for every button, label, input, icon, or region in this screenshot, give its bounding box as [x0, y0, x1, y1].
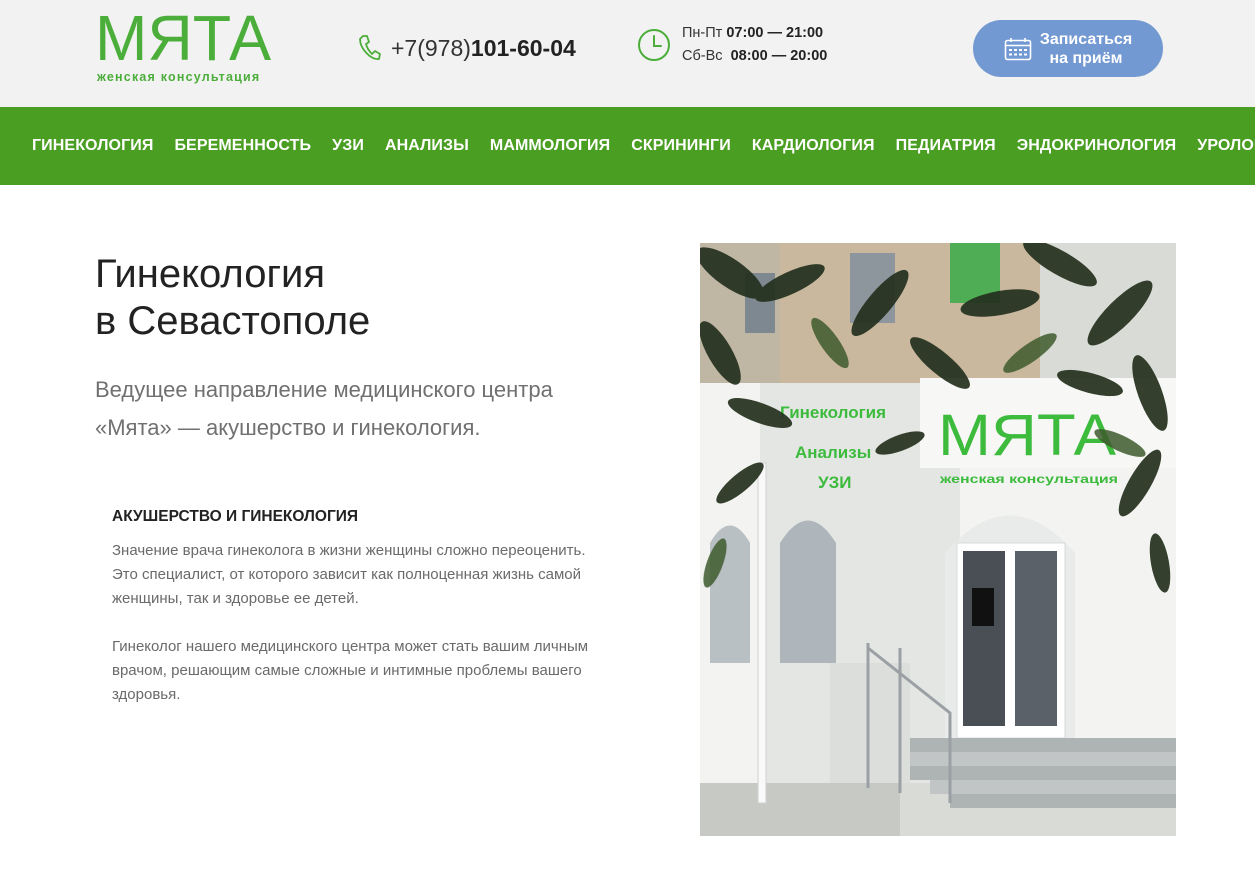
photo-sign-name: МЯТА — [938, 403, 1116, 468]
phone-prefix[interactable]: +7(978) — [391, 35, 471, 62]
section-paragraph-1: Значение врача гинеколога в жизни женщин… — [112, 542, 586, 607]
clock-icon — [638, 29, 670, 61]
phone-number[interactable]: 101-60-04 — [471, 35, 576, 62]
logo-wordmark: МЯТА — [95, 8, 271, 68]
nav-item-pediatrics[interactable]: ПЕДИАТРИЯ — [896, 137, 996, 155]
hours-weekend: Сб-Вс 08:00 — 20:00 — [682, 45, 827, 68]
svg-text:МЯТА: МЯТА — [95, 8, 271, 68]
main-nav: ГИНЕКОЛОГИЯ БЕРЕМЕННОСТЬ УЗИ АНАЛИЗЫ МАМ… — [0, 107, 1255, 185]
nav-item-tests[interactable]: АНАЛИЗЫ — [385, 137, 469, 155]
nav-item-urologist[interactable]: УРОЛОГ — [1197, 137, 1255, 155]
weekdays-label: Пн-Пт — [682, 25, 723, 41]
working-hours: Пн-Пт 07:00 — 21:00 Сб-Вс 08:00 — 20:00 — [637, 22, 827, 68]
book-appointment-label: Записаться на приём — [1039, 30, 1133, 67]
weekend-time: 08:00 — 20:00 — [730, 48, 828, 64]
photo-sign-subtitle: женская консультация — [939, 472, 1118, 486]
nav-item-cardiology[interactable]: КАРДИОЛОГИЯ — [752, 137, 875, 155]
phone-icon — [359, 35, 381, 60]
book-appointment-button[interactable]: Записаться на приём — [973, 20, 1163, 77]
logo-subtitle: женская консультация — [97, 70, 261, 84]
photo-sign-tests: Анализы — [795, 443, 871, 462]
nav-item-screenings[interactable]: СКРИНИНГИ — [631, 137, 731, 155]
clinic-photo-illustration: МЯТА женская консультация Гинекология Ан… — [700, 243, 1176, 836]
nav-item-endocrinology[interactable]: ЭНДОКРИНОЛОГИЯ — [1017, 137, 1176, 155]
page-title: Гинекология в Севастополе — [95, 252, 371, 343]
section-heading: АКУШЕРСТВО И ГИНЕКОЛОГИЯ — [112, 508, 359, 525]
nav-item-gynecology[interactable]: ГИНЕКОЛОГИЯ — [32, 137, 153, 155]
page-lead: Ведущее направление медицинского центра … — [95, 377, 553, 440]
site-header: МЯТА женская консультация +7(978) 101-60-… — [0, 0, 1255, 107]
nav-item-pregnancy[interactable]: БЕРЕМЕННОСТЬ — [174, 137, 311, 155]
calendar-icon — [1004, 37, 1032, 60]
weekend-label: Сб-Вс — [682, 48, 723, 64]
photo-sign-gynecology: Гинекология — [780, 403, 886, 422]
phone-block[interactable]: +7(978) 101-60-04 — [357, 31, 576, 65]
weekdays-time: 07:00 — 21:00 — [726, 25, 824, 41]
clinic-photo: МЯТА женская консультация Гинекология Ан… — [700, 243, 1176, 836]
nav-item-mammology[interactable]: МАММОЛОГИЯ — [490, 137, 610, 155]
section-paragraph-2: Гинеколог нашего медицинского центра мож… — [112, 638, 589, 703]
logo[interactable]: МЯТА женская консультация — [95, 8, 275, 88]
photo-sign-ultrasound: УЗИ — [818, 473, 851, 492]
hours-weekdays: Пн-Пт 07:00 — 21:00 — [682, 22, 827, 45]
nav-item-ultrasound[interactable]: УЗИ — [332, 137, 364, 155]
